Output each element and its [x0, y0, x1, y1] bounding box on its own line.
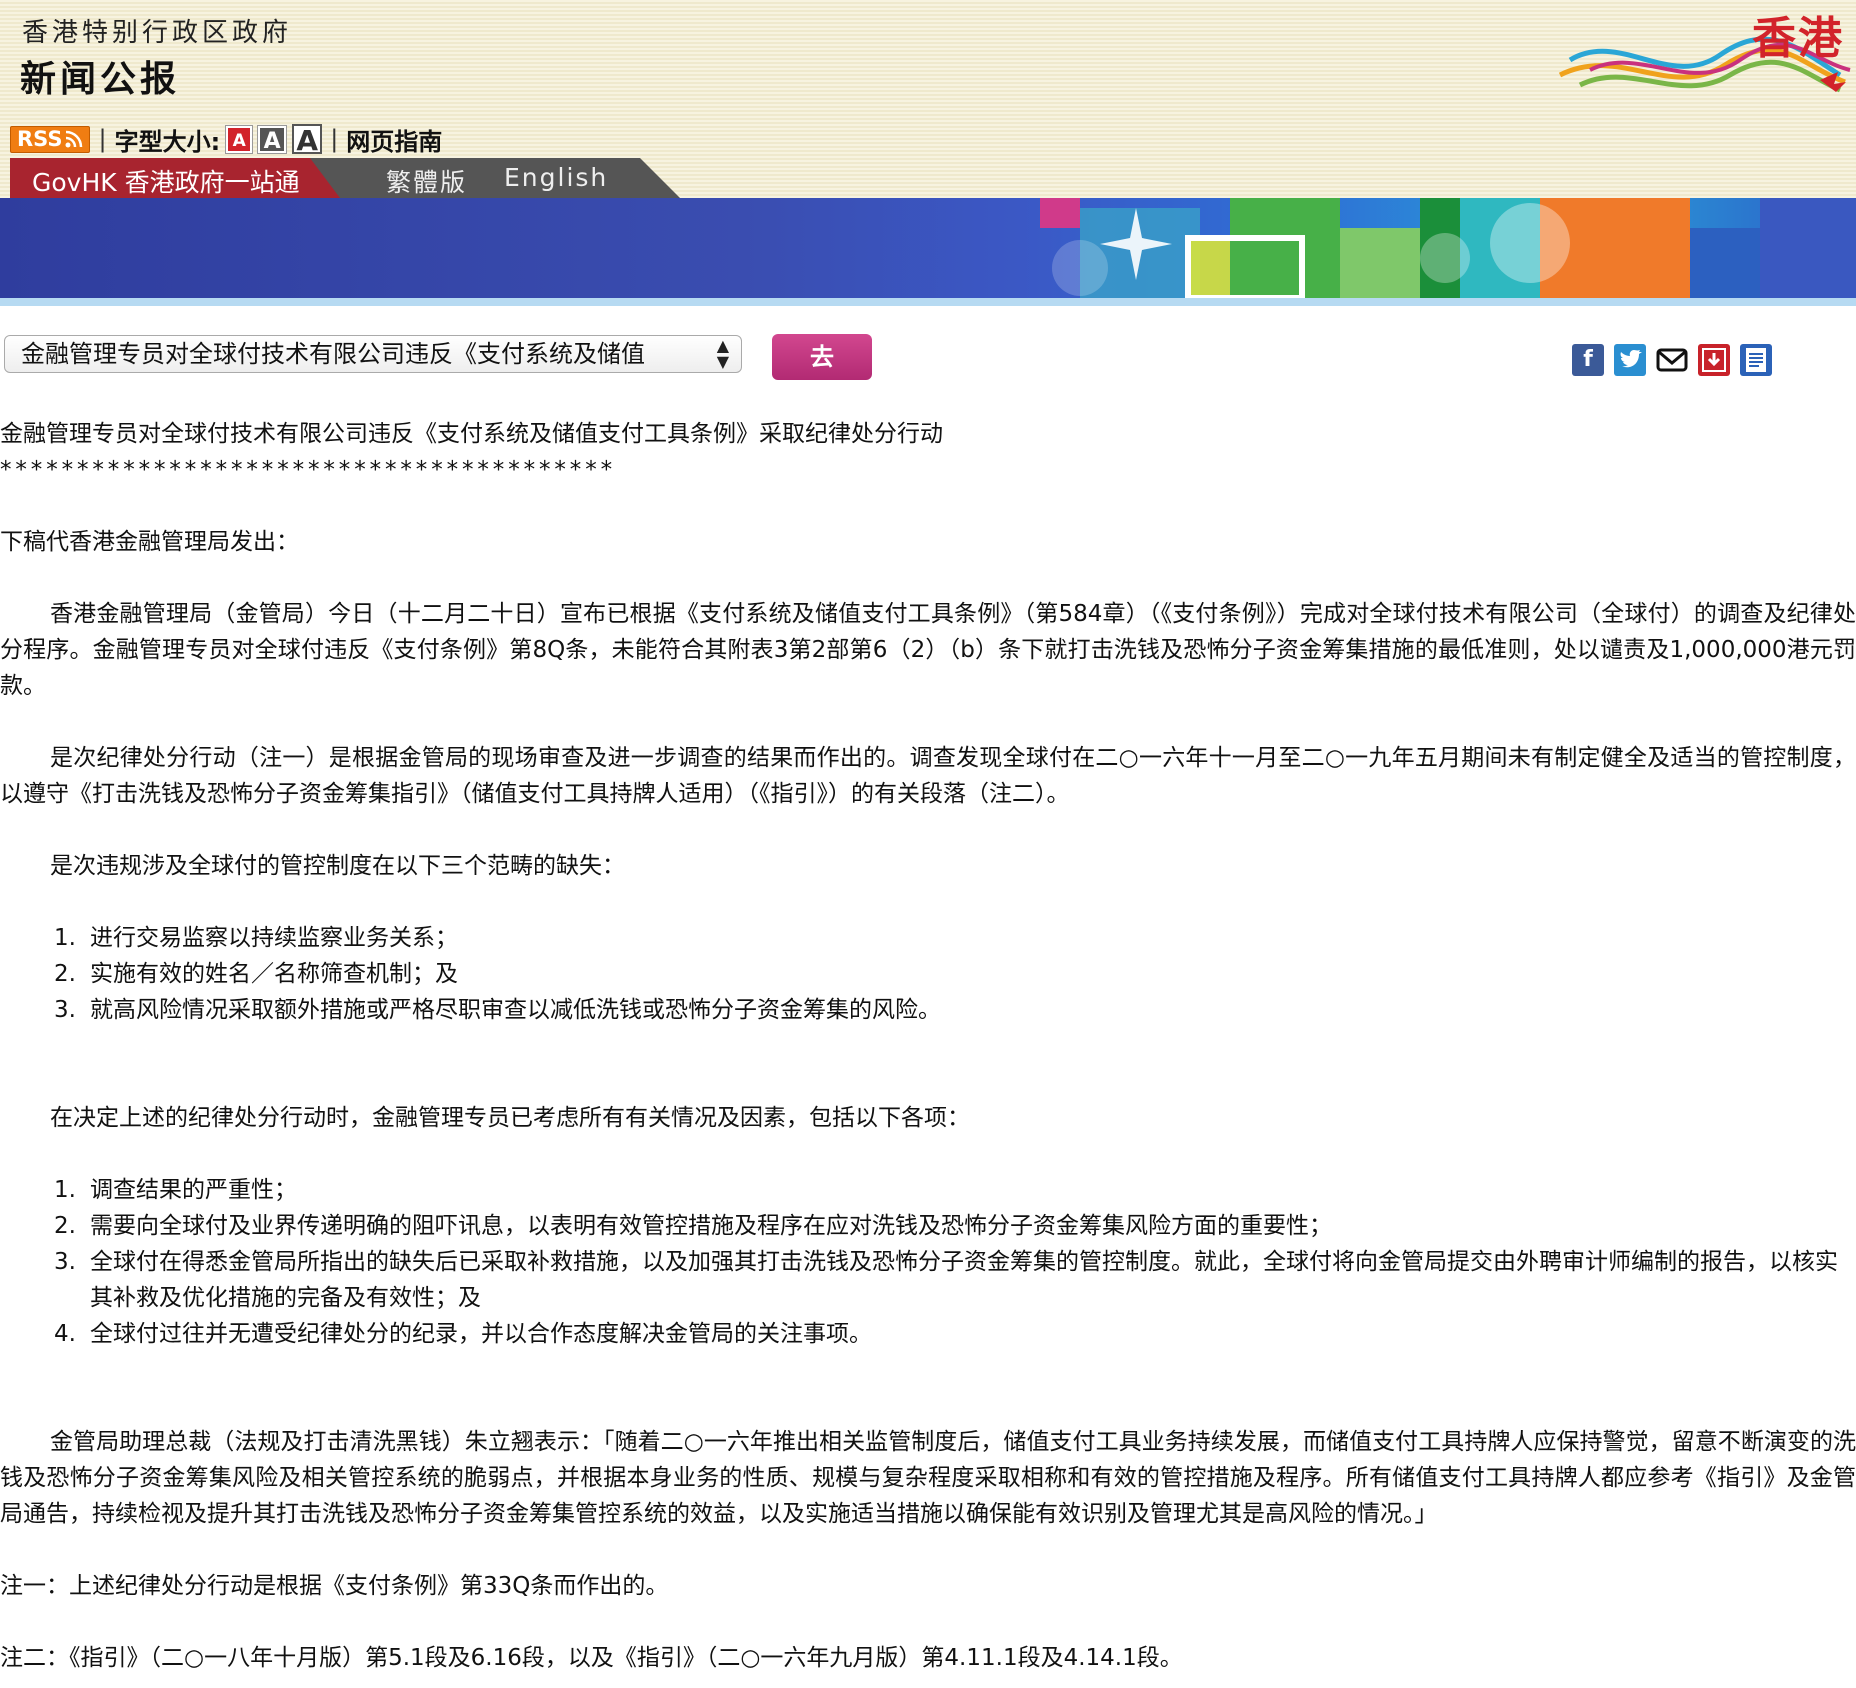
- list-item: 2. 需要向全球付及业界传递明确的阻吓讯息，以表明有效管控措施及程序在应对洗钱及…: [54, 1208, 1856, 1244]
- banner-divider: [0, 298, 1856, 306]
- list-item-text: 实施有效的姓名／名称筛查机制；及: [90, 961, 458, 987]
- press-release-select[interactable]: 金融管理专员对全球付技术有限公司违反《支付系统及储值 ▲ ▼: [4, 335, 742, 373]
- list-item-text: 全球付在得悉金管局所指出的缺失后已采取补救措施，以及加强其打击洗钱及恐怖分子资金…: [90, 1249, 1838, 1311]
- government-name: 香港特别行政区政府: [22, 18, 293, 48]
- list-item-number: 1.: [54, 1177, 76, 1203]
- factors-list: 1. 调查结果的严重性； 2. 需要向全球付及业界传递明确的阻吓讯息，以表明有效…: [0, 1172, 1856, 1352]
- toolbar: RSS | 字型大小: A A A | 网页指南: [10, 122, 442, 157]
- list-item-number: 2.: [54, 961, 76, 987]
- paragraph-1: 香港金融管理局（金管局）今日（十二月二十日）宣布已根据《支付系统及储值支付工具条…: [0, 601, 1856, 699]
- font-size-large-button[interactable]: A: [292, 124, 323, 156]
- english-link[interactable]: English: [504, 163, 608, 192]
- rss-button[interactable]: RSS: [10, 125, 91, 153]
- list-item-text: 进行交易监察以持续监察业务关系；: [90, 925, 458, 951]
- list-item-number: 4.: [54, 1321, 76, 1347]
- language-tab-background: [300, 158, 680, 198]
- list-item-text: 调查结果的严重性；: [90, 1177, 297, 1203]
- paragraph-3: 是次违规涉及全球付的管控制度在以下三个范畴的缺失：: [50, 853, 625, 879]
- deficiencies-list: 1. 进行交易监察以持续监察业务关系； 2. 实施有效的姓名／名称筛查机制；及 …: [0, 920, 1856, 1028]
- brand-text: 香港: [1752, 13, 1844, 64]
- paragraph-5-quote: 金管局助理总裁（法规及打击清洗黑钱）朱立翘表示：「随着二○一六年推出相关监管制度…: [0, 1429, 1856, 1527]
- go-button[interactable]: 去: [772, 334, 872, 380]
- list-item-number: 3.: [54, 1249, 76, 1275]
- note-2: 注二：《指引》（二○一八年十月版）第5.1段及6.16段，以及《指引》（二○一六…: [0, 1645, 1183, 1671]
- brand-hong-kong-logo[interactable]: 香港: [1550, 0, 1856, 110]
- press-releases-title[interactable]: 新闻公报: [20, 50, 180, 102]
- list-item: 3. 全球付在得悉金管局所指出的缺失后已采取补救措施，以及加强其打击洗钱及恐怖分…: [54, 1244, 1856, 1316]
- rss-feed-icon: [65, 130, 83, 148]
- font-size-medium-button[interactable]: A: [257, 124, 288, 154]
- list-item: 1. 调查结果的严重性；: [54, 1172, 1856, 1208]
- list-item-number: 1.: [54, 925, 76, 951]
- paragraph-2: 是次纪律处分行动（注一）是根据金管局的现场审查及进一步调查的结果而作出的。调查发…: [0, 745, 1856, 807]
- govhk-link[interactable]: GovHK 香港政府一站通: [32, 163, 300, 199]
- font-size-label: 字型大小:: [114, 127, 221, 156]
- list-item: 3. 就高风险情况采取额外措施或严格尽职审查以减低洗钱或恐怖分子资金筹集的风险。: [54, 992, 1856, 1028]
- site-guide-link[interactable]: 网页指南: [346, 122, 442, 157]
- twitter-icon[interactable]: [1614, 344, 1646, 376]
- facebook-icon[interactable]: f: [1572, 344, 1604, 376]
- list-item-text: 就高风险情况采取额外措施或严格尽职审查以减低洗钱或恐怖分子资金筹集的风险。: [90, 997, 941, 1023]
- rss-label: RSS: [17, 126, 63, 151]
- intro-text: 下稿代香港金融管理局发出：: [0, 529, 299, 555]
- note-1: 注一：上述纪律处分行动是根据《支付条例》第33Q条而作出的。: [0, 1573, 669, 1599]
- list-item-text: 全球付过往并无遭受纪律处分的纪录，并以合作态度解决金管局的关注事项。: [90, 1321, 872, 1347]
- email-icon[interactable]: [1656, 344, 1688, 376]
- list-item: 2. 实施有效的姓名／名称筛查机制；及: [54, 956, 1856, 992]
- language-nav-bar: GovHK 香港政府一站通 繁體版 English: [0, 158, 1856, 198]
- share-toolbar: f: [1572, 344, 1772, 376]
- list-item-number: 2.: [54, 1213, 76, 1239]
- press-release-article: 金融管理专员对全球付技术有限公司违反《支付系统及储值支付工具条例》采取纪律处分行…: [0, 416, 1856, 1676]
- banner-graphic: [1040, 198, 1856, 298]
- header-banner-image: [0, 198, 1856, 298]
- traditional-chinese-link[interactable]: 繁體版: [386, 163, 467, 199]
- select-value: 金融管理专员对全球付技术有限公司违反《支付系统及储值: [21, 340, 645, 368]
- title-underline-stars: ****************************************: [0, 457, 616, 483]
- article-title: 金融管理专员对全球付技术有限公司违反《支付系统及储值支付工具条例》采取纪律处分行…: [0, 421, 943, 447]
- list-item: 1. 进行交易监察以持续监察业务关系；: [54, 920, 1856, 956]
- separator: |: [98, 125, 107, 153]
- print-icon[interactable]: [1740, 344, 1772, 376]
- separator: |: [330, 125, 339, 153]
- download-icon[interactable]: [1698, 344, 1730, 376]
- list-item-text: 需要向全球付及业界传递明确的阻吓讯息，以表明有效管控措施及程序在应对洗钱及恐怖分…: [90, 1213, 1332, 1239]
- paragraph-4: 在决定上述的纪律处分行动时，金融管理专员已考虑所有有关情况及因素，包括以下各项：: [50, 1105, 970, 1131]
- select-arrows-icon: ▲ ▼: [716, 336, 729, 371]
- font-size-small-button[interactable]: A: [225, 124, 254, 154]
- list-item-number: 3.: [54, 997, 76, 1023]
- list-item: 4. 全球付过往并无遭受纪律处分的纪录，并以合作态度解决金管局的关注事项。: [54, 1316, 1856, 1352]
